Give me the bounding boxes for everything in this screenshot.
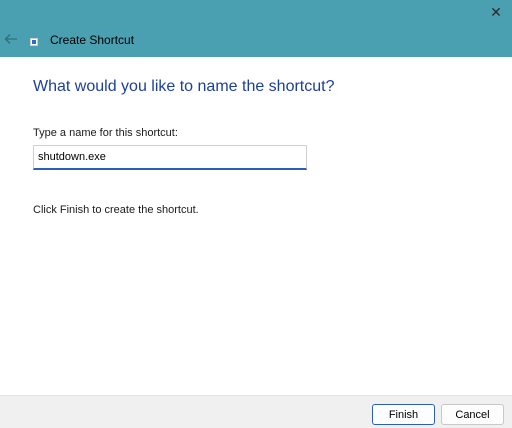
name-field-label: Type a name for this shortcut: bbox=[33, 127, 178, 139]
shortcut-icon bbox=[30, 38, 38, 46]
create-shortcut-window: ✕ Create Shortcut What would you like to… bbox=[0, 0, 512, 428]
finish-hint: Click Finish to create the shortcut. bbox=[33, 204, 199, 216]
button-bar: Finish Cancel bbox=[0, 395, 512, 428]
back-button[interactable] bbox=[3, 31, 19, 47]
finish-button[interactable]: Finish bbox=[372, 404, 435, 425]
back-arrow-icon bbox=[4, 34, 17, 44]
shortcut-name-input[interactable] bbox=[33, 145, 307, 170]
close-icon: ✕ bbox=[490, 4, 502, 20]
page-heading: What would you like to name the shortcut… bbox=[33, 78, 335, 95]
close-button[interactable]: ✕ bbox=[486, 2, 506, 22]
window-title: Create Shortcut bbox=[50, 33, 135, 47]
title-bar: ✕ Create Shortcut bbox=[0, 0, 512, 57]
cancel-button[interactable]: Cancel bbox=[441, 404, 504, 425]
